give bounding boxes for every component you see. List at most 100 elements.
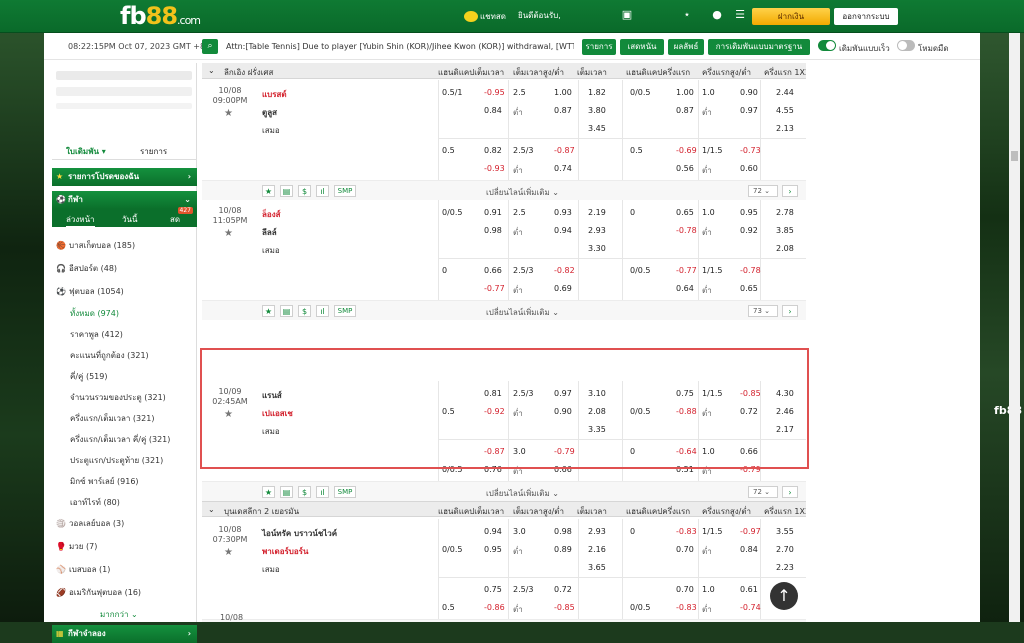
- odds-value[interactable]: 0.64: [676, 284, 694, 293]
- odds-value[interactable]: 2.93: [588, 527, 606, 536]
- favorites-header[interactable]: ★ รายการโปรดของฉัน ›: [52, 168, 197, 186]
- page-scrollbar[interactable]: [1009, 33, 1020, 622]
- favorite-star-icon[interactable]: ★: [224, 108, 233, 119]
- live-chat-link[interactable]: แชทสด: [464, 10, 506, 23]
- deposit-button[interactable]: ฝากเงิน: [752, 8, 830, 25]
- odds-value[interactable]: -0.79: [740, 465, 761, 474]
- odds-value[interactable]: 3.30: [588, 244, 606, 253]
- collapse-chevron-icon[interactable]: ⌄: [208, 505, 215, 514]
- odds-value[interactable]: -0.83: [676, 527, 697, 536]
- tab-live[interactable]: สด: [170, 213, 180, 226]
- tab-early[interactable]: ล่วงหน้า: [66, 213, 95, 228]
- odds-value[interactable]: 1.00: [554, 88, 572, 97]
- statement-button[interactable]: เสดหนัน: [620, 39, 664, 55]
- odds-value[interactable]: 0.81: [484, 389, 502, 398]
- odds-value[interactable]: 0.65: [676, 208, 694, 217]
- next-arrow-icon[interactable]: ›: [782, 305, 798, 317]
- sub-item-odd-even[interactable]: คี่/คู่ (519): [70, 370, 107, 383]
- bar-chart-icon[interactable]: ıl: [316, 305, 329, 317]
- sidebar-item-basketball[interactable]: 🏀 บาสเก็ตบอล (185): [56, 239, 135, 252]
- favorite-star-icon[interactable]: ★: [224, 409, 233, 420]
- dollar-icon[interactable]: $: [298, 486, 311, 498]
- odds-value[interactable]: 4.55: [776, 106, 794, 115]
- odds-value[interactable]: 0.87: [676, 106, 694, 115]
- odds-value[interactable]: -0.93: [484, 164, 505, 173]
- odds-value[interactable]: -0.79: [554, 447, 575, 456]
- sub-item-ht-ft-odd-even[interactable]: ครึ่งแรก/เต็มเวลา คี่/คู่ (321): [70, 433, 170, 446]
- odds-value[interactable]: 3.55: [776, 527, 794, 536]
- odds-value[interactable]: -0.97: [740, 527, 761, 536]
- fb88-logo[interactable]: fb88.com: [120, 2, 201, 30]
- odds-value[interactable]: -0.64: [676, 447, 697, 456]
- odds-value[interactable]: 2.19: [588, 208, 606, 217]
- more-lines-link[interactable]: เปลี่ยนไลน์เพิ่มเติม ⌄: [486, 306, 559, 319]
- announcement-ticker[interactable]: Attn:[Table Tennis] Due to player [Yubin…: [226, 42, 574, 51]
- league-header-bundesliga2[interactable]: ⌄ บุนเดสลีกา 2 เยอรมัน แฮนดิแคปเต็มเวลา …: [202, 501, 806, 517]
- odds-value[interactable]: -0.87: [484, 447, 505, 456]
- odds-value[interactable]: 0.51: [676, 465, 694, 474]
- odds-value[interactable]: 0.75: [484, 585, 502, 594]
- search-icon[interactable]: ⌕: [202, 39, 218, 54]
- odds-value[interactable]: 2.08: [776, 244, 794, 253]
- sidebar-item-boxing[interactable]: 🥊 มวย (7): [56, 540, 97, 553]
- rewards-icon[interactable]: ⋆: [680, 8, 694, 22]
- odds-value[interactable]: -0.77: [484, 284, 505, 293]
- odds-value[interactable]: -0.92: [484, 407, 505, 416]
- odds-value[interactable]: -0.73: [740, 146, 761, 155]
- next-arrow-icon[interactable]: ›: [782, 486, 798, 498]
- odds-value[interactable]: 0.89: [554, 545, 572, 554]
- odds-value[interactable]: 0.97: [554, 389, 572, 398]
- odds-value[interactable]: 0.95: [484, 545, 502, 554]
- odds-value[interactable]: -0.86: [484, 603, 505, 612]
- stats-table-icon[interactable]: ▤: [280, 305, 293, 317]
- sidebar-item-football[interactable]: ⚽ ฟุตบอล (1054): [56, 285, 124, 298]
- tab-today[interactable]: วันนี้: [122, 213, 137, 226]
- odds-value[interactable]: -0.87: [554, 146, 575, 155]
- scroll-to-top-button[interactable]: ↑: [770, 582, 798, 610]
- odds-value[interactable]: 0.69: [554, 284, 572, 293]
- virtual-sports-header[interactable]: ▦ กีฬาจำลอง ›: [52, 625, 197, 643]
- odds-value[interactable]: 2.46: [776, 407, 794, 416]
- odds-value[interactable]: -0.77: [676, 266, 697, 275]
- home-team[interactable]: ไอน์ทรัค บราวน์ชไวค์: [262, 527, 337, 540]
- bar-chart-icon[interactable]: ıl: [316, 185, 329, 197]
- sub-item-ht-ft[interactable]: ครึ่งแรก/เต็มเวลา (321): [70, 412, 154, 425]
- scrollbar-thumb[interactable]: [1011, 151, 1018, 161]
- market-count[interactable]: 72 ⌄: [748, 185, 778, 197]
- collapse-chevron-icon[interactable]: ⌄: [208, 66, 215, 75]
- league-header-ligue1[interactable]: ⌄ ลีกเอิง ฝรั่งเศส แฮนดิแคปเต็มเวลา เต็ม…: [202, 63, 806, 79]
- away-team[interactable]: ลีลล์: [262, 226, 277, 239]
- odds-value[interactable]: 2.93: [588, 226, 606, 235]
- odds-value[interactable]: 0.95: [740, 208, 758, 217]
- odds-value[interactable]: 0.87: [554, 106, 572, 115]
- odds-value[interactable]: 0.61: [740, 585, 758, 594]
- odds-value[interactable]: 2.44: [776, 88, 794, 97]
- odds-value[interactable]: 0.90: [740, 88, 758, 97]
- odds-value[interactable]: 2.23: [776, 563, 794, 572]
- stats-table-icon[interactable]: ▤: [280, 185, 293, 197]
- home-team[interactable]: แรนส์: [262, 389, 282, 402]
- odds-value[interactable]: 2.70: [776, 545, 794, 554]
- menu-list-icon[interactable]: ☰: [733, 8, 747, 22]
- odds-value[interactable]: -0.88: [676, 407, 697, 416]
- odds-value[interactable]: 0.60: [740, 164, 758, 173]
- odds-value[interactable]: 2.17: [776, 425, 794, 434]
- odds-value[interactable]: -0.83: [676, 603, 697, 612]
- odds-value[interactable]: 3.65: [588, 563, 606, 572]
- favorite-star-icon[interactable]: ★: [224, 547, 233, 558]
- favorite-star-icon[interactable]: ★: [224, 228, 233, 239]
- odds-value[interactable]: 0.84: [484, 106, 502, 115]
- sub-item-handicap[interactable]: ราคาพูล (412): [70, 328, 123, 341]
- favorite-star-icon[interactable]: ★: [262, 305, 275, 317]
- odds-value[interactable]: 2.08: [588, 407, 606, 416]
- sub-item-correct-score[interactable]: คะแนนที่ถูกต้อง (321): [70, 349, 149, 362]
- odds-value[interactable]: 2.16: [588, 545, 606, 554]
- user-icon[interactable]: ●: [710, 8, 724, 22]
- sidebar-item-american-football[interactable]: 🏈 อเมริกันฟุตบอล (16): [56, 586, 141, 599]
- away-team[interactable]: เปแอสเช: [262, 407, 293, 420]
- odds-value[interactable]: 3.10: [588, 389, 606, 398]
- sidebar-item-baseball[interactable]: ⚾ เบสบอล (1): [56, 563, 110, 576]
- home-team[interactable]: ล็องส์: [262, 208, 281, 221]
- odds-value[interactable]: 0.82: [484, 146, 502, 155]
- odds-value[interactable]: 0.70: [676, 585, 694, 594]
